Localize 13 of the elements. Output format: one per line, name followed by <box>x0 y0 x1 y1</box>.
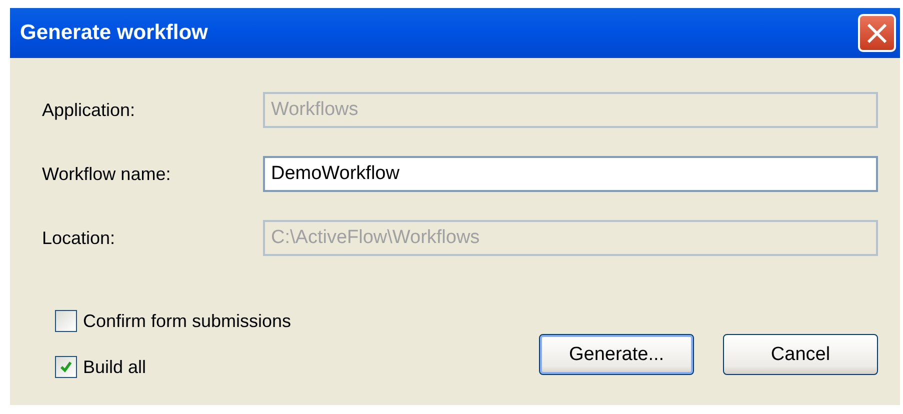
cancel-button[interactable]: Cancel <box>723 334 878 375</box>
checkbox-label: Build all <box>83 356 146 378</box>
window-title: Generate workflow <box>20 21 208 45</box>
field-label: Location: <box>42 228 116 248</box>
field-label: Workflow name: <box>42 164 172 184</box>
field-label: Application: <box>42 100 136 120</box>
check-icon <box>58 359 74 375</box>
checkbox[interactable] <box>55 356 77 378</box>
checkbox-label: Confirm form submissions <box>83 310 292 332</box>
generate-button[interactable]: Generate... <box>539 334 694 375</box>
input-field[interactable]: DemoWorkflow <box>263 156 878 192</box>
checkbox[interactable] <box>55 310 77 332</box>
close-button[interactable]: × <box>858 14 896 52</box>
